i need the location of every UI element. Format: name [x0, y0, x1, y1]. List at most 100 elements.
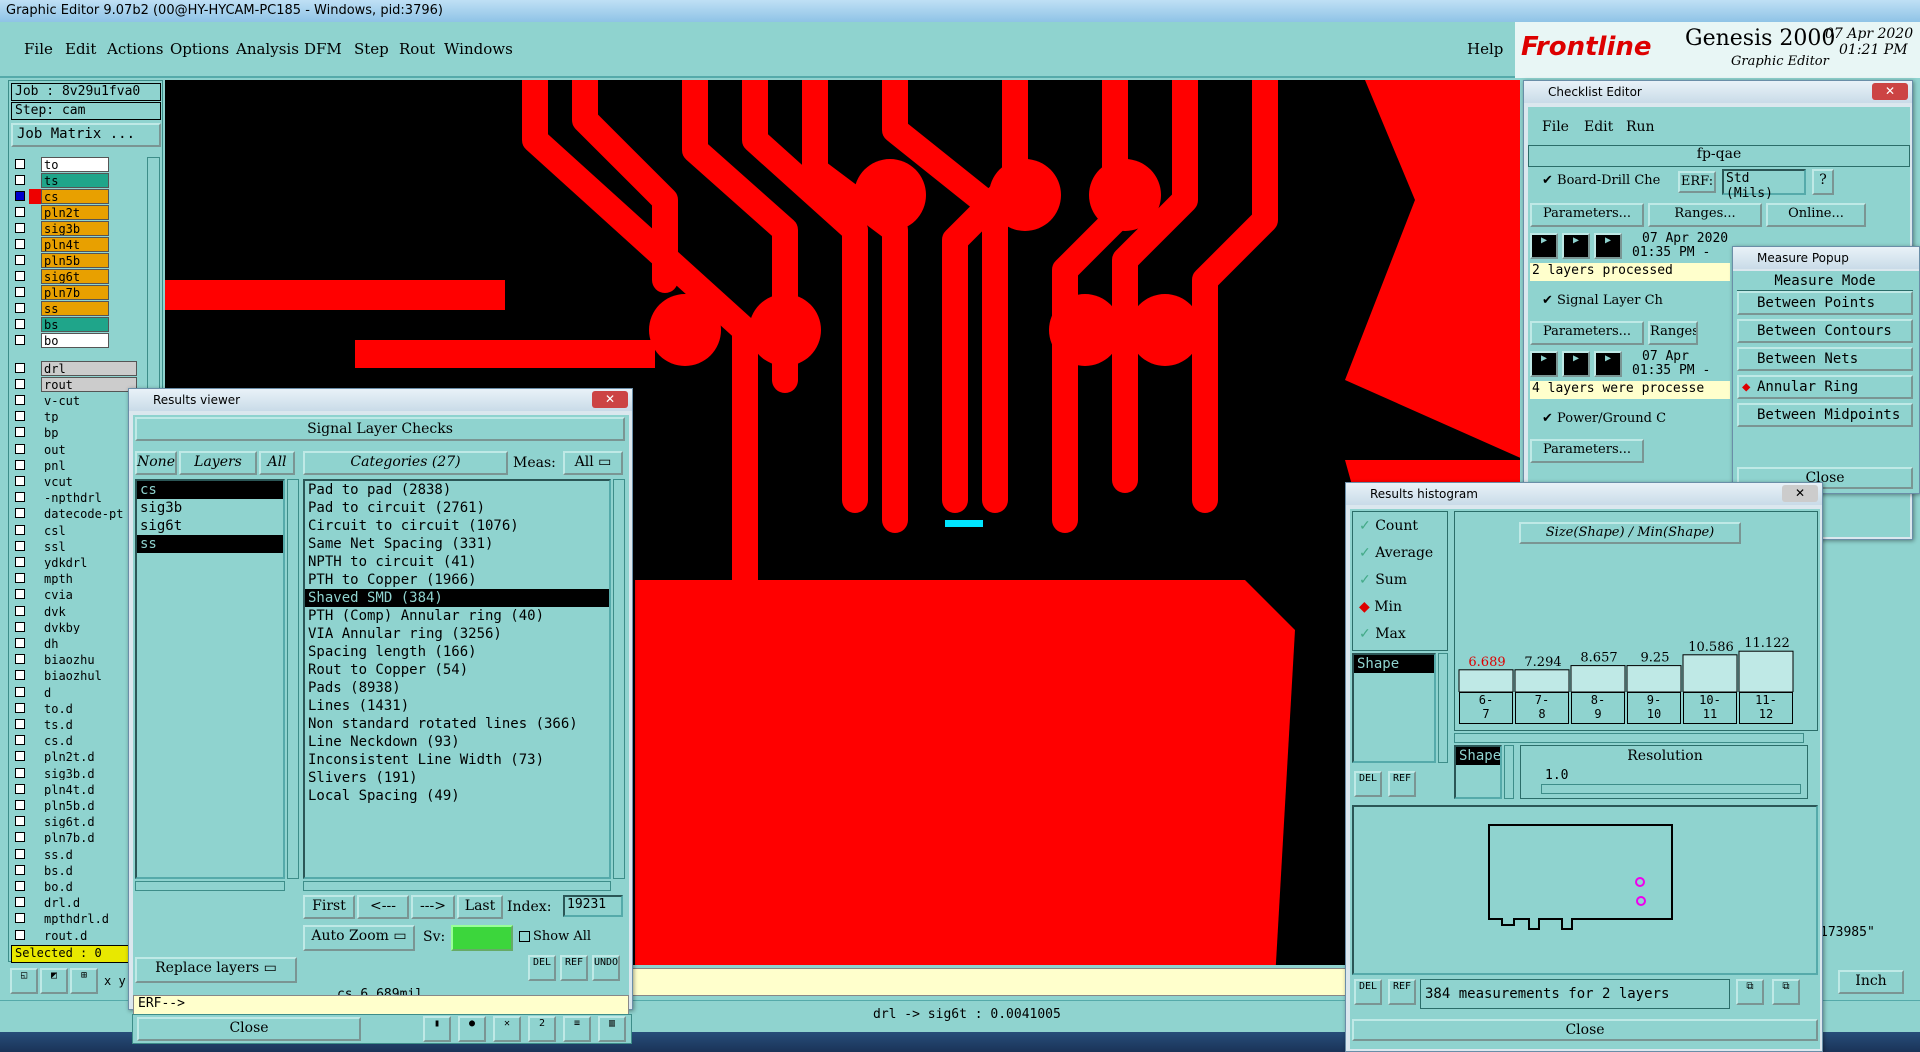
- ref-icon[interactable]: REF: [1388, 771, 1416, 797]
- menu-file[interactable]: File: [24, 40, 53, 58]
- layer-checkbox[interactable]: [15, 492, 25, 503]
- layer-item[interactable]: sig3b.d: [41, 765, 137, 781]
- histogram-option-average[interactable]: ✓ Average: [1359, 545, 1433, 561]
- resolution-slider[interactable]: [1541, 784, 1801, 794]
- res-shape-item[interactable]: Shape: [1456, 747, 1500, 765]
- layer-item[interactable]: v-cut: [41, 393, 137, 408]
- between-points-option[interactable]: Between Points: [1737, 291, 1913, 315]
- histogram-option-sum[interactable]: ✓ Sum: [1359, 572, 1407, 588]
- index-input[interactable]: 19231: [563, 895, 623, 917]
- run-icon[interactable]: ▶: [1562, 351, 1590, 377]
- check2-row[interactable]: ✔ Signal Layer Ch: [1542, 293, 1663, 308]
- res-scrollbar[interactable]: [1504, 745, 1514, 799]
- layer-item[interactable]: bs.d: [41, 862, 137, 878]
- category-item[interactable]: Local Spacing (49): [305, 787, 609, 805]
- layer-item[interactable]: pnl: [41, 457, 137, 473]
- layer-item[interactable]: pln2t: [41, 205, 109, 220]
- layer-checkbox[interactable]: [15, 621, 25, 632]
- next-button[interactable]: --->: [411, 895, 455, 919]
- layer-item[interactable]: sig6t: [41, 269, 109, 284]
- layer-checkbox[interactable]: [15, 897, 25, 908]
- layer-item[interactable]: pln5b.d: [41, 798, 137, 813]
- category-item[interactable]: Rout to Copper (54): [305, 661, 609, 679]
- chart-icon[interactable]: ▮: [423, 1016, 451, 1042]
- menu-actions[interactable]: Actions: [107, 40, 163, 58]
- layer-item[interactable]: sig3b: [41, 221, 109, 236]
- checklist-menu-file[interactable]: File: [1542, 119, 1569, 135]
- check3-row[interactable]: ✔ Power/Ground C: [1542, 411, 1666, 426]
- menu-edit[interactable]: Edit: [65, 40, 96, 58]
- layer-checkbox[interactable]: [15, 335, 25, 345]
- layer-item[interactable]: pln4t: [41, 237, 109, 252]
- histogram-bar[interactable]: [1570, 665, 1626, 692]
- ref-icon[interactable]: REF: [560, 955, 588, 981]
- grid-icon[interactable]: ⊞: [70, 968, 98, 994]
- histogram-bar[interactable]: [1738, 650, 1794, 692]
- histogram-bar[interactable]: [1626, 665, 1682, 692]
- close-icon[interactable]: ✕: [1782, 485, 1818, 502]
- layer-item[interactable]: ss.d: [41, 846, 137, 862]
- layer-checkbox[interactable]: [15, 319, 25, 329]
- layer-checkbox[interactable]: [15, 767, 25, 778]
- check1-ranges-button[interactable]: Ranges...: [1648, 203, 1762, 227]
- layer-item[interactable]: dvk: [41, 603, 137, 619]
- categories-scrollbar[interactable]: [613, 479, 625, 879]
- menu-step[interactable]: Step: [354, 40, 389, 58]
- category-item[interactable]: VIA Annular ring (3256): [305, 625, 609, 643]
- layer-checkbox[interactable]: [15, 832, 25, 843]
- histogram-bar[interactable]: [1458, 669, 1514, 692]
- shape-list[interactable]: Shape: [1352, 653, 1436, 763]
- layer-item[interactable]: to.d: [41, 700, 137, 716]
- category-item[interactable]: Shaved SMD (384): [305, 589, 609, 607]
- layer-item[interactable]: cs: [41, 189, 109, 204]
- layer-item[interactable]: bo.d: [41, 879, 137, 894]
- layer-item[interactable]: ts: [41, 173, 109, 188]
- res-shape-list[interactable]: Shape: [1454, 745, 1502, 799]
- layer-checkbox[interactable]: [15, 638, 25, 648]
- results-layer-item[interactable]: sig3b: [137, 499, 283, 517]
- layer-item[interactable]: drl: [41, 361, 137, 376]
- zoom-icon[interactable]: ⧉: [1736, 979, 1764, 1005]
- layer-checkbox[interactable]: [15, 816, 25, 827]
- layer-checkbox[interactable]: [15, 654, 25, 665]
- ref-icon[interactable]: REF: [1388, 979, 1416, 1005]
- histogram-bar[interactable]: [1514, 669, 1570, 692]
- layer-item[interactable]: dvkby: [41, 619, 137, 635]
- layer-checkbox[interactable]: [15, 395, 25, 405]
- layer-item[interactable]: datecode-pt: [41, 506, 137, 522]
- layer-checkbox[interactable]: [15, 175, 25, 185]
- layer-checkbox[interactable]: [15, 573, 25, 584]
- layer-item[interactable]: pln7b.d: [41, 830, 137, 846]
- menu-windows[interactable]: Windows: [444, 40, 513, 58]
- meas-dropdown[interactable]: All ▭: [563, 451, 623, 475]
- categories-button[interactable]: Categories (27): [303, 451, 508, 475]
- layer-checkbox[interactable]: [15, 159, 25, 169]
- none-button[interactable]: None: [135, 451, 177, 475]
- job-matrix-button[interactable]: Job Matrix ...: [11, 123, 161, 147]
- close-icon[interactable]: ✕: [1872, 83, 1908, 100]
- checklist-menu-edit[interactable]: Edit: [1584, 119, 1613, 135]
- layer-checkbox[interactable]: [15, 800, 25, 810]
- layer-checkbox[interactable]: [15, 255, 25, 265]
- menu-options[interactable]: Options: [170, 40, 229, 58]
- shape-item[interactable]: Shape: [1354, 655, 1434, 673]
- layer-checkbox[interactable]: [15, 686, 25, 697]
- categories-list[interactable]: Pad to pad (2838) Pad to circuit (2761) Ci…: [303, 479, 611, 879]
- help-icon[interactable]: ?: [1812, 169, 1834, 195]
- check1-erf-value[interactable]: Std (Mils): [1722, 169, 1806, 201]
- layer-item[interactable]: bp: [41, 425, 137, 441]
- shape-scrollbar[interactable]: [1438, 653, 1448, 763]
- histogram-icon[interactable]: ▥: [598, 1016, 626, 1042]
- delete-icon[interactable]: ✕: [493, 1016, 521, 1042]
- layer-checkbox[interactable]: [15, 303, 25, 313]
- layer-checkbox[interactable]: [15, 670, 25, 681]
- layer-checkbox[interactable]: [15, 913, 25, 924]
- histogram-option-count[interactable]: ✓ Count: [1359, 518, 1418, 534]
- run-icon[interactable]: ▶: [1594, 233, 1622, 259]
- category-item[interactable]: Pads (8938): [305, 679, 609, 697]
- layer-item[interactable]: mpthdrl.d: [41, 911, 137, 927]
- category-item[interactable]: Slivers (191): [305, 769, 609, 787]
- layer-item[interactable]: to: [41, 157, 109, 172]
- tool-icon[interactable]: ◩: [40, 968, 68, 994]
- last-button[interactable]: Last: [457, 895, 503, 919]
